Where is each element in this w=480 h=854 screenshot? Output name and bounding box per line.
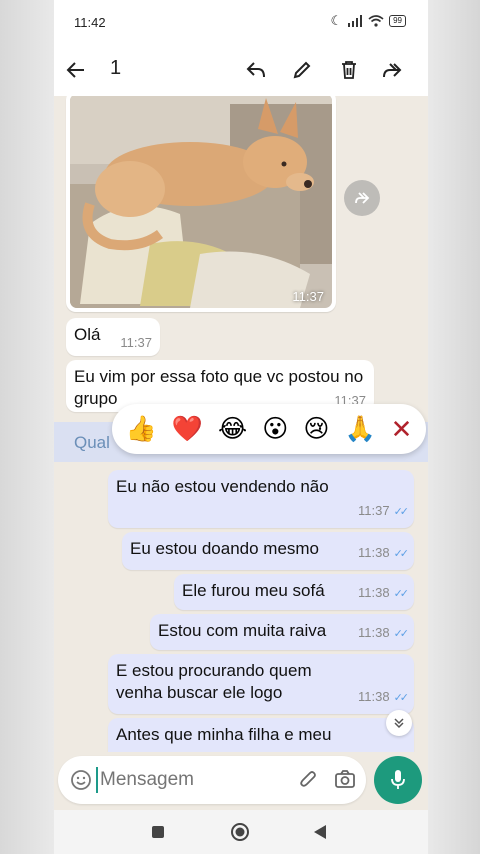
message-composer [58, 756, 366, 804]
message-text: E estou procurando quem venha buscar ele… [116, 661, 312, 702]
message-meta: 11:37 ✓✓ [357, 499, 410, 523]
system-navigation-bar [54, 810, 428, 854]
double-check-icon: ✓✓ [393, 506, 410, 518]
message-time: 11:38 [357, 585, 390, 600]
scroll-down-icon[interactable] [386, 710, 412, 736]
incoming-message[interactable]: Olá 11:37 [66, 318, 160, 356]
microphone-button[interactable] [374, 756, 422, 804]
chat-area[interactable]: 11:37 Olá 11:37 Eu vim por essa foto que… [54, 96, 428, 752]
recent-apps-icon[interactable] [148, 822, 168, 842]
message-time: 11:38 [357, 545, 390, 560]
background-left [0, 0, 54, 854]
thumbs-up-reaction[interactable]: 👍 [126, 415, 157, 444]
dog-photo[interactable]: 11:37 [70, 96, 332, 308]
selection-app-bar: 1 [54, 44, 428, 96]
wifi-icon [368, 15, 384, 27]
selected-count: 1 [110, 57, 122, 79]
double-check-icon: ✓✓ [393, 548, 410, 560]
moon-icon: ☾ [330, 13, 343, 28]
message-text: Eu não estou vendendo não [116, 477, 329, 496]
outgoing-message[interactable]: Eu não estou vendendo não 11:37 ✓✓ [108, 470, 414, 528]
status-time: 11:42 [74, 15, 106, 30]
forward-icon[interactable] [378, 56, 406, 84]
home-icon[interactable] [230, 822, 250, 842]
message-text: Estou com muita raiva [158, 621, 327, 640]
surprised-reaction[interactable]: 😮 [262, 414, 288, 444]
attach-clip-icon[interactable] [298, 769, 320, 796]
background-right [428, 0, 480, 854]
praying-hands-reaction[interactable]: 🙏 [344, 415, 375, 444]
back-arrow-icon[interactable] [62, 56, 90, 84]
microphone-icon [391, 770, 405, 789]
message-time: 11:38 [357, 625, 390, 640]
image-message[interactable]: 11:37 [66, 96, 336, 312]
reaction-picker: 👍 ❤️ 😂 😮 😢 🙏 ✕ [112, 404, 426, 454]
status-bar: 11:42 ☾ 99 [54, 0, 428, 44]
outgoing-message[interactable]: Ele furou meu sofá 11:38 ✓✓ [174, 574, 414, 610]
sad-reaction[interactable]: 😢 [303, 414, 329, 444]
edit-pencil-icon[interactable] [288, 56, 316, 84]
message-text: Antes que minha filha e meu [116, 725, 332, 744]
message-text: Eu vim por essa foto que vc postou no gr… [74, 367, 364, 408]
camera-icon[interactable] [334, 769, 356, 794]
message-text: Eu estou doando mesmo [130, 539, 320, 558]
phone-screen: 11:42 ☾ 99 1 11:37 Olá 11:37 Eu vim por … [54, 0, 428, 854]
delete-icon[interactable] [335, 56, 363, 84]
double-check-icon: ✓✓ [393, 588, 410, 600]
message-meta: 11:38 ✓✓ [357, 541, 410, 565]
close-reactions-icon[interactable]: ✕ [391, 414, 413, 445]
message-text: Qual [74, 433, 110, 452]
photo-timestamp: 11:37 [292, 289, 324, 304]
emoji-icon[interactable] [70, 769, 92, 796]
double-check-icon: ✓✓ [393, 628, 410, 640]
outgoing-message[interactable]: Antes que minha filha e meu [108, 718, 414, 752]
outgoing-message[interactable]: Estou com muita raiva 11:38 ✓✓ [150, 614, 414, 650]
reply-icon[interactable] [242, 56, 270, 84]
message-meta: 11:38 ✓✓ [357, 621, 410, 645]
signal-icon [348, 15, 363, 27]
message-text: Ele furou meu sofá [182, 581, 325, 600]
heart-reaction[interactable]: ❤️ [172, 415, 203, 444]
back-nav-icon[interactable] [310, 822, 330, 842]
message-text: Olá [74, 325, 101, 344]
message-meta: 11:38 ✓✓ [357, 685, 410, 709]
battery-icon: 99 [389, 15, 406, 27]
message-input[interactable] [96, 767, 286, 793]
message-time: 11:37 [357, 503, 390, 518]
double-check-icon: ✓✓ [393, 692, 410, 704]
message-time: 11:38 [357, 689, 390, 704]
message-meta: 11:38 ✓✓ [357, 581, 410, 605]
message-time: 11:37 [120, 335, 152, 350]
outgoing-message[interactable]: Eu estou doando mesmo 11:38 ✓✓ [122, 532, 414, 570]
forward-media-button[interactable] [344, 180, 380, 216]
outgoing-message[interactable]: E estou procurando quem venha buscar ele… [108, 654, 414, 714]
status-icons: ☾ 99 [330, 13, 406, 29]
laughing-reaction[interactable]: 😂 [218, 414, 247, 444]
